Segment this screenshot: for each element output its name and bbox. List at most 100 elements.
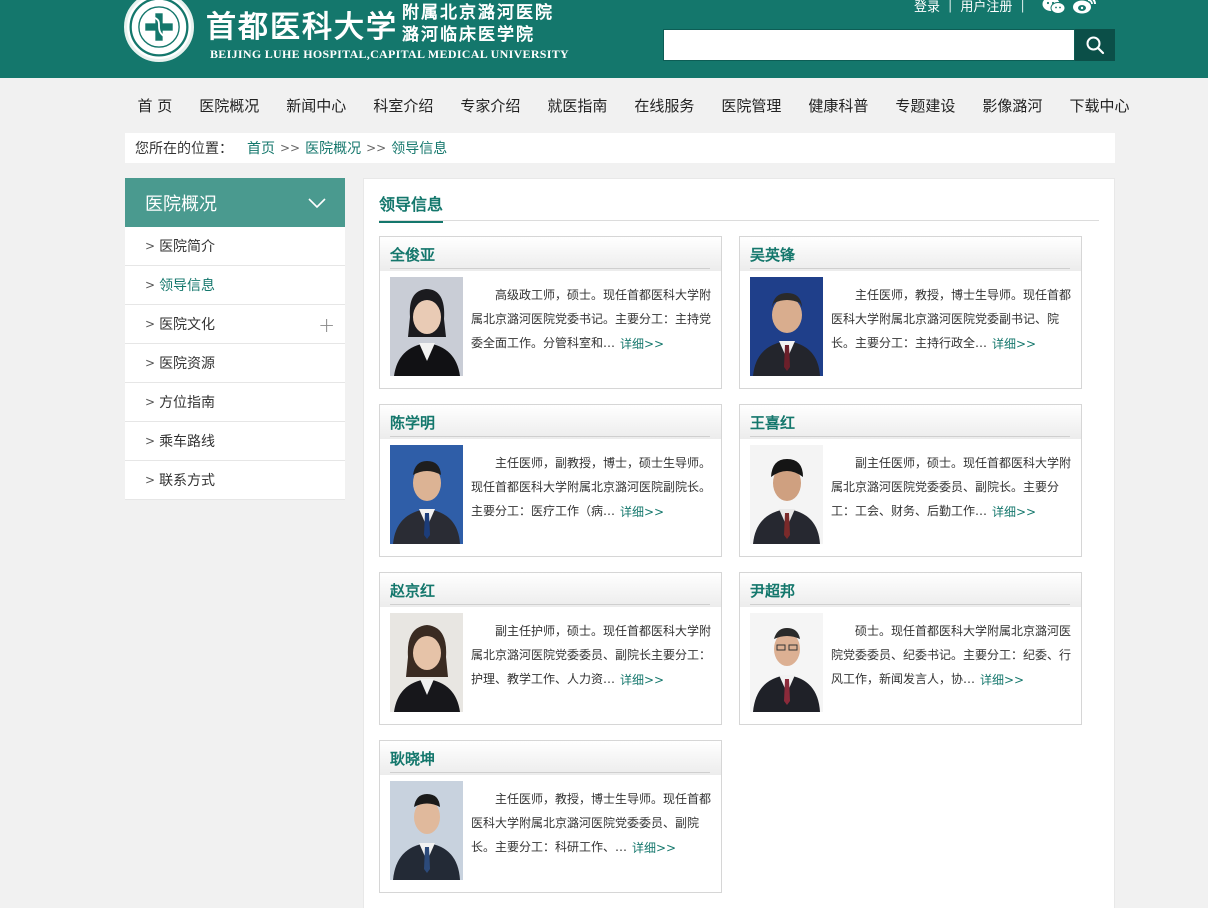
hospital-emblem-icon <box>124 0 194 62</box>
main-content: 领导信息 全俊亚 高级政工师，硕士。现任首都医科大学附属北京潞河医院党委书记。主… <box>363 178 1115 908</box>
leader-name[interactable]: 王喜红 <box>750 412 795 433</box>
leader-photo[interactable] <box>750 277 823 376</box>
breadcrumb-home[interactable]: 首页 <box>247 138 275 158</box>
leader-photo[interactable] <box>750 445 823 544</box>
card-divider <box>390 772 710 773</box>
search-icon <box>1086 36 1105 55</box>
more-link[interactable]: 详细>> <box>630 839 677 856</box>
leader-photo[interactable] <box>750 613 823 712</box>
social-links <box>1037 0 1097 15</box>
sidebar-item-label: 医院文化 <box>159 317 216 333</box>
sidebar-item-intro[interactable]: > 医院简介 <box>125 227 345 266</box>
page-title: 领导信息 <box>379 191 444 223</box>
leader-card[interactable]: 陈学明 主任医师，副教授，博士，硕士生导师。现任首都医科大学附属北京潞河医院副院… <box>379 404 722 557</box>
leader-name[interactable]: 全俊亚 <box>390 244 435 265</box>
more-link[interactable]: 详细>> <box>978 671 1025 688</box>
leader-name[interactable]: 吴英锋 <box>750 244 795 265</box>
sidebar-item-label: 医院简介 <box>159 239 216 255</box>
leader-card[interactable]: 王喜红 副主任医师，硕士。现任首都医科大学附属北京潞河医院党委委员、副院长。主要… <box>739 404 1082 557</box>
search-button[interactable] <box>1075 29 1115 61</box>
leader-card[interactable]: 耿晓坤 主任医师，教授，博士生导师。现任首都医科大学附属北京潞河医院党委委员、副… <box>379 740 722 893</box>
leader-name[interactable]: 赵京红 <box>390 580 435 601</box>
card-divider <box>390 436 710 437</box>
more-link[interactable]: 详细>> <box>990 335 1037 352</box>
more-link[interactable]: 详细>> <box>618 335 665 352</box>
sidebar-item-resources[interactable]: > 医院资源 <box>125 344 345 383</box>
nav-guide[interactable]: 就医指南 <box>534 95 621 116</box>
register-link[interactable]: 用户注册 <box>960 0 1012 15</box>
card-divider <box>390 268 710 269</box>
leader-photo[interactable] <box>390 277 463 376</box>
sidebar-item-culture[interactable]: > 医院文化 + <box>125 305 345 344</box>
sidebar-item-contact[interactable]: > 联系方式 <box>125 461 345 500</box>
top-links: 登录 | 用户注册 | <box>914 0 1097 15</box>
chevron-right-icon: > <box>145 395 156 409</box>
chevron-down-icon <box>308 197 326 208</box>
logo-english: BEIJING LUHE HOSPITAL,CAPITAL MEDICAL UN… <box>210 47 570 61</box>
nav-news[interactable]: 新闻中心 <box>273 95 360 116</box>
nav-home[interactable]: 首 页 <box>124 95 186 116</box>
logo-chinese-sub: 附属北京潞河医院 潞河临床医学院 <box>402 2 554 46</box>
breadcrumb-current[interactable]: 领导信息 <box>391 138 447 158</box>
weibo-icon[interactable] <box>1071 0 1097 15</box>
chevron-right-icon: > <box>145 278 156 292</box>
sidebar-item-leaders[interactable]: > 领导信息 <box>125 266 345 305</box>
login-link[interactable]: 登录 <box>914 0 940 15</box>
card-divider <box>750 436 1070 437</box>
sidebar: 医院概况 > 医院简介 > 领导信息 > 医院文化 + > 医院资源 > 方位指… <box>125 178 345 500</box>
sidebar-header[interactable]: 医院概况 <box>125 178 345 227</box>
breadcrumb-overview[interactable]: 医院概况 <box>305 138 361 158</box>
breadcrumb-separator: >> <box>366 141 387 155</box>
nav-hospital-overview[interactable]: 医院概况 <box>186 95 273 116</box>
search-box <box>663 29 1075 61</box>
sidebar-item-location[interactable]: > 方位指南 <box>125 383 345 422</box>
nav-management[interactable]: 医院管理 <box>708 95 795 116</box>
separator: | <box>1020 0 1025 13</box>
sidebar-title: 医院概况 <box>145 193 217 215</box>
title-divider <box>379 220 1099 221</box>
nav-downloads[interactable]: 下载中心 <box>1056 95 1143 116</box>
chevron-right-icon: > <box>145 317 156 331</box>
nav-departments[interactable]: 科室介绍 <box>360 95 447 116</box>
leader-description: 主任医师，副教授，博士，硕士生导师。现任首都医科大学附属北京潞河医院副院长。主要… <box>471 456 712 518</box>
nav-experts[interactable]: 专家介绍 <box>447 95 534 116</box>
site-header: 首都医科大学 附属北京潞河医院 潞河临床医学院 BEIJING LUHE HOS… <box>0 0 1208 78</box>
nav-online-service[interactable]: 在线服务 <box>621 95 708 116</box>
leader-photo[interactable] <box>390 613 463 712</box>
leader-name[interactable]: 尹超邦 <box>750 580 795 601</box>
leader-name[interactable]: 陈学明 <box>390 412 435 433</box>
more-link[interactable]: 详细>> <box>618 503 665 520</box>
leader-card[interactable]: 吴英锋 主任医师，教授，博士生导师。现任首都医科大学附属北京潞河医院党委副书记、… <box>739 236 1082 389</box>
wechat-icon[interactable] <box>1041 0 1067 15</box>
chevron-right-icon: > <box>145 473 156 487</box>
plus-icon[interactable]: + <box>318 313 335 337</box>
separator: | <box>948 0 953 13</box>
site-logo[interactable]: 首都医科大学 附属北京潞河医院 潞河临床医学院 BEIJING LUHE HOS… <box>124 0 594 70</box>
leader-description: 硕士。现任首都医科大学附属北京潞河医院党委委员、纪委书记。主要分工：纪委、行风工… <box>831 624 1072 686</box>
search-input[interactable] <box>664 30 1074 60</box>
leader-card[interactable]: 赵京红 副主任护师，硕士。现任首都医科大学附属北京潞河医院党委委员、副院长主要分… <box>379 572 722 725</box>
leader-description: 高级政工师，硕士。现任首都医科大学附属北京潞河医院党委书记。主要分工：主持党委全… <box>471 288 712 350</box>
sidebar-item-label: 医院资源 <box>159 356 216 372</box>
more-link[interactable]: 详细>> <box>990 503 1037 520</box>
sidebar-item-transit[interactable]: > 乘车路线 <box>125 422 345 461</box>
logo-sub-line-2: 潞河临床医学院 <box>402 25 535 45</box>
more-link[interactable]: 详细>> <box>618 671 665 688</box>
breadcrumb-label: 您所在的位置： <box>135 141 233 157</box>
card-divider <box>750 268 1070 269</box>
nav-health[interactable]: 健康科普 <box>795 95 882 116</box>
chevron-right-icon: > <box>145 434 156 448</box>
nav-topics[interactable]: 专题建设 <box>882 95 969 116</box>
card-divider <box>390 604 710 605</box>
nav-gallery[interactable]: 影像潞河 <box>969 95 1056 116</box>
leader-name[interactable]: 耿晓坤 <box>390 748 435 769</box>
chevron-right-icon: > <box>145 356 156 370</box>
chevron-right-icon: > <box>145 239 156 253</box>
leader-card[interactable]: 尹超邦 硕士。现任首都医科大学附属北京潞河医院党委委员、纪委书记。主要分工：纪委… <box>739 572 1082 725</box>
leader-photo[interactable] <box>390 781 463 880</box>
sidebar-item-label: 联系方式 <box>159 473 216 489</box>
breadcrumb: 您所在的位置： 首页 >> 医院概况 >> 领导信息 <box>125 133 1115 163</box>
leader-photo[interactable] <box>390 445 463 544</box>
leader-card[interactable]: 全俊亚 高级政工师，硕士。现任首都医科大学附属北京潞河医院党委书记。主要分工：主… <box>379 236 722 389</box>
sidebar-item-label: 方位指南 <box>159 395 216 411</box>
